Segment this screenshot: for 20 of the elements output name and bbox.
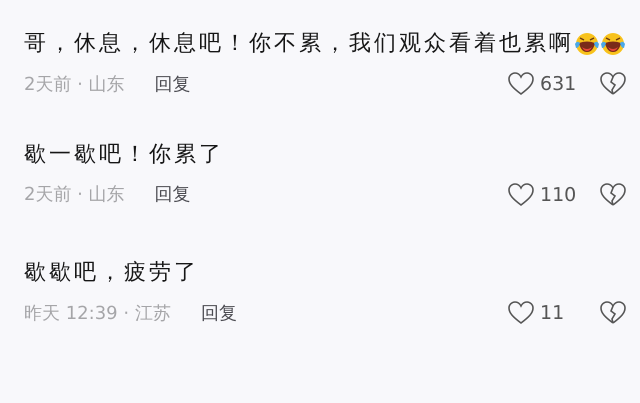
reply-link[interactable]: 回复 (200, 300, 237, 327)
like-count: 110 (540, 182, 578, 208)
heart-icon[interactable] (508, 72, 534, 96)
comment-meta: 2天前 · 山东 (24, 183, 125, 208)
comment-meta: 昨天 12:39 · 江苏 (24, 302, 171, 326)
heart-icon[interactable] (508, 182, 534, 207)
broken-heart-icon[interactable] (600, 72, 626, 96)
like-count: 11 (540, 301, 566, 326)
laughing-emoji-icon (574, 30, 600, 57)
heart-icon[interactable] (508, 301, 534, 326)
laughing-emoji-icon (600, 30, 626, 57)
reply-link[interactable]: 回复 (154, 70, 191, 98)
broken-heart-icon[interactable] (600, 301, 626, 326)
like-count: 631 (540, 72, 578, 97)
comment-text: 歇一歇吧！你累了 (24, 142, 224, 166)
comment-text: 歇歇吧，疲劳了 (24, 260, 199, 285)
reply-link[interactable]: 回复 (154, 181, 191, 208)
comment-text: 哥，休息，休息吧！你不累，我们观众看着也累啊 (24, 31, 574, 56)
comment-meta: 2天前 · 山东 (24, 72, 125, 97)
broken-heart-icon[interactable] (600, 182, 626, 207)
